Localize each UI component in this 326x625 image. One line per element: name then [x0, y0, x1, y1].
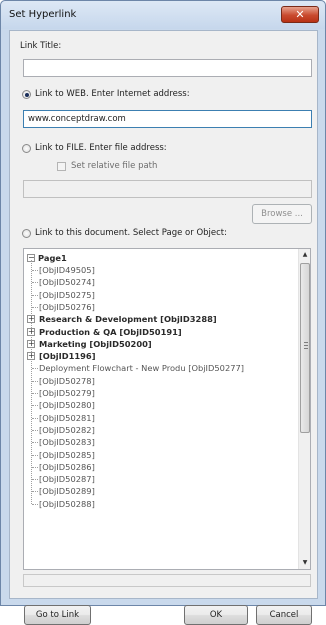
file-address-input[interactable] — [23, 180, 312, 198]
tree-content: − Page1 [ObjID49505] [ObjID50274] [ObjID50… — [24, 249, 299, 569]
tree-item-row[interactable]: [ObjID50274] — [24, 276, 299, 288]
relative-path-label: Set relative file path — [71, 161, 158, 171]
tree-item-row[interactable]: [ObjID50286] — [24, 461, 299, 473]
web-address-input[interactable] — [23, 110, 312, 128]
tree-item-label: [ObjID50280] — [39, 400, 95, 411]
tree-item-row[interactable]: [ObjID50282] — [24, 424, 299, 436]
expand-icon[interactable]: + — [27, 327, 35, 336]
go-to-link-button[interactable]: Go to Link — [24, 605, 91, 625]
tree-root-label: Page1 — [38, 253, 67, 263]
tree-item-row[interactable]: + Marketing [ObjID50200] — [24, 338, 299, 350]
tree-item-row[interactable]: [ObjID50278] — [24, 375, 299, 387]
title-bar[interactable]: Set Hyperlink ✕ — [1, 1, 325, 29]
tree-scrollbar[interactable]: ▲ ▼ — [298, 249, 310, 569]
tree-item-label: [ObjID50287] — [39, 474, 95, 485]
web-radio[interactable] — [22, 90, 31, 99]
tree-item-label: [ObjID50276] — [39, 301, 95, 312]
web-radio-label[interactable]: Link to WEB. Enter Internet address: — [35, 89, 190, 99]
tree-item-row[interactable]: + Production & QA [ObjID50191] — [24, 326, 299, 338]
expand-icon[interactable]: + — [27, 315, 35, 324]
cancel-button[interactable]: Cancel — [256, 605, 312, 625]
tree-item-label: [ObjID50278] — [39, 375, 95, 386]
document-radio[interactable] — [22, 229, 31, 238]
tree-item-label: Research & Development [ObjID3288] — [39, 314, 217, 325]
tree-item-label: [ObjID49505] — [39, 265, 95, 275]
tree-item-row[interactable]: [ObjID49505] — [24, 264, 299, 276]
tree-item-label: [ObjID50288] — [39, 498, 95, 509]
tree-item-row[interactable]: [ObjID50279] — [24, 387, 299, 399]
tree-item-label: [ObjID50279] — [39, 388, 95, 398]
document-radio-label[interactable]: Link to this document. Select Page or Ob… — [35, 228, 227, 238]
tree-item-label: [ObjID50274] — [39, 277, 95, 288]
tree-item-label: Production & QA [ObjID50191] — [39, 326, 182, 337]
tree-item-label: [ObjID50289] — [39, 486, 95, 497]
tree-item-label: [ObjID50281] — [39, 412, 95, 423]
tree-item-row[interactable]: [ObjID50288] — [24, 498, 299, 510]
tree-item-row[interactable]: [ObjID50285] — [24, 449, 299, 461]
tree-item-row[interactable]: [ObjID50289] — [24, 485, 299, 497]
tree-item-row[interactable]: [ObjID50281] — [24, 412, 299, 424]
relative-path-checkbox[interactable] — [57, 162, 66, 171]
status-bar — [23, 574, 311, 587]
tree-item-label: Marketing [ObjID50200] — [39, 338, 152, 349]
tree-item-label: [ObjID50285] — [39, 449, 95, 460]
tree-item-label: [ObjID50275] — [39, 289, 95, 300]
expand-icon[interactable]: + — [27, 339, 35, 348]
dialog-title: Set Hyperlink — [9, 9, 77, 20]
tree-item-label: [ObjID50282] — [39, 424, 95, 435]
tree-item-label: [ObjID1196] — [39, 351, 96, 362]
set-hyperlink-dialog: Set Hyperlink ✕ Link Title: Link to WEB.… — [0, 0, 326, 625]
scroll-thumb[interactable] — [300, 263, 310, 433]
expand-icon[interactable]: + — [27, 352, 35, 361]
tree-item-row[interactable]: [ObjID50275] — [24, 289, 299, 301]
tree-item-label: Deployment Flowchart - New Produ [ObjID5… — [39, 363, 245, 374]
dialog-body: Link Title: Link to WEB. Enter Internet … — [9, 30, 318, 625]
tree-item-row[interactable]: [ObjID50276] — [24, 301, 299, 313]
link-title-input[interactable] — [23, 59, 312, 77]
object-tree[interactable]: − Page1 [ObjID49505] [ObjID50274] [ObjID50… — [23, 248, 311, 570]
tree-item-label: [ObjID50283] — [39, 437, 95, 448]
tree-item-label: [ObjID50286] — [39, 461, 95, 472]
scroll-up-icon[interactable]: ▲ — [299, 249, 310, 261]
file-radio-label[interactable]: Link to FILE. Enter file address: — [35, 143, 167, 153]
tree-item-row[interactable]: Deployment Flowchart - New Produ [ObjID5… — [24, 362, 299, 374]
close-button[interactable]: ✕ — [281, 6, 319, 23]
tree-item-row[interactable]: + Research & Development [ObjID3288] — [24, 313, 299, 325]
scroll-down-icon[interactable]: ▼ — [299, 557, 310, 569]
file-radio[interactable] — [22, 144, 31, 153]
ok-button[interactable]: OK — [184, 605, 248, 625]
tree-item-row[interactable]: [ObjID50280] — [24, 399, 299, 411]
link-title-label: Link Title: — [20, 41, 62, 51]
close-icon: ✕ — [295, 8, 305, 21]
tree-item-row[interactable]: [ObjID50283] — [24, 436, 299, 448]
tree-item-row[interactable]: + [ObjID1196] — [24, 350, 299, 362]
tree-item-row[interactable]: [ObjID50287] — [24, 473, 299, 485]
browse-button[interactable]: Browse ... — [252, 204, 312, 224]
